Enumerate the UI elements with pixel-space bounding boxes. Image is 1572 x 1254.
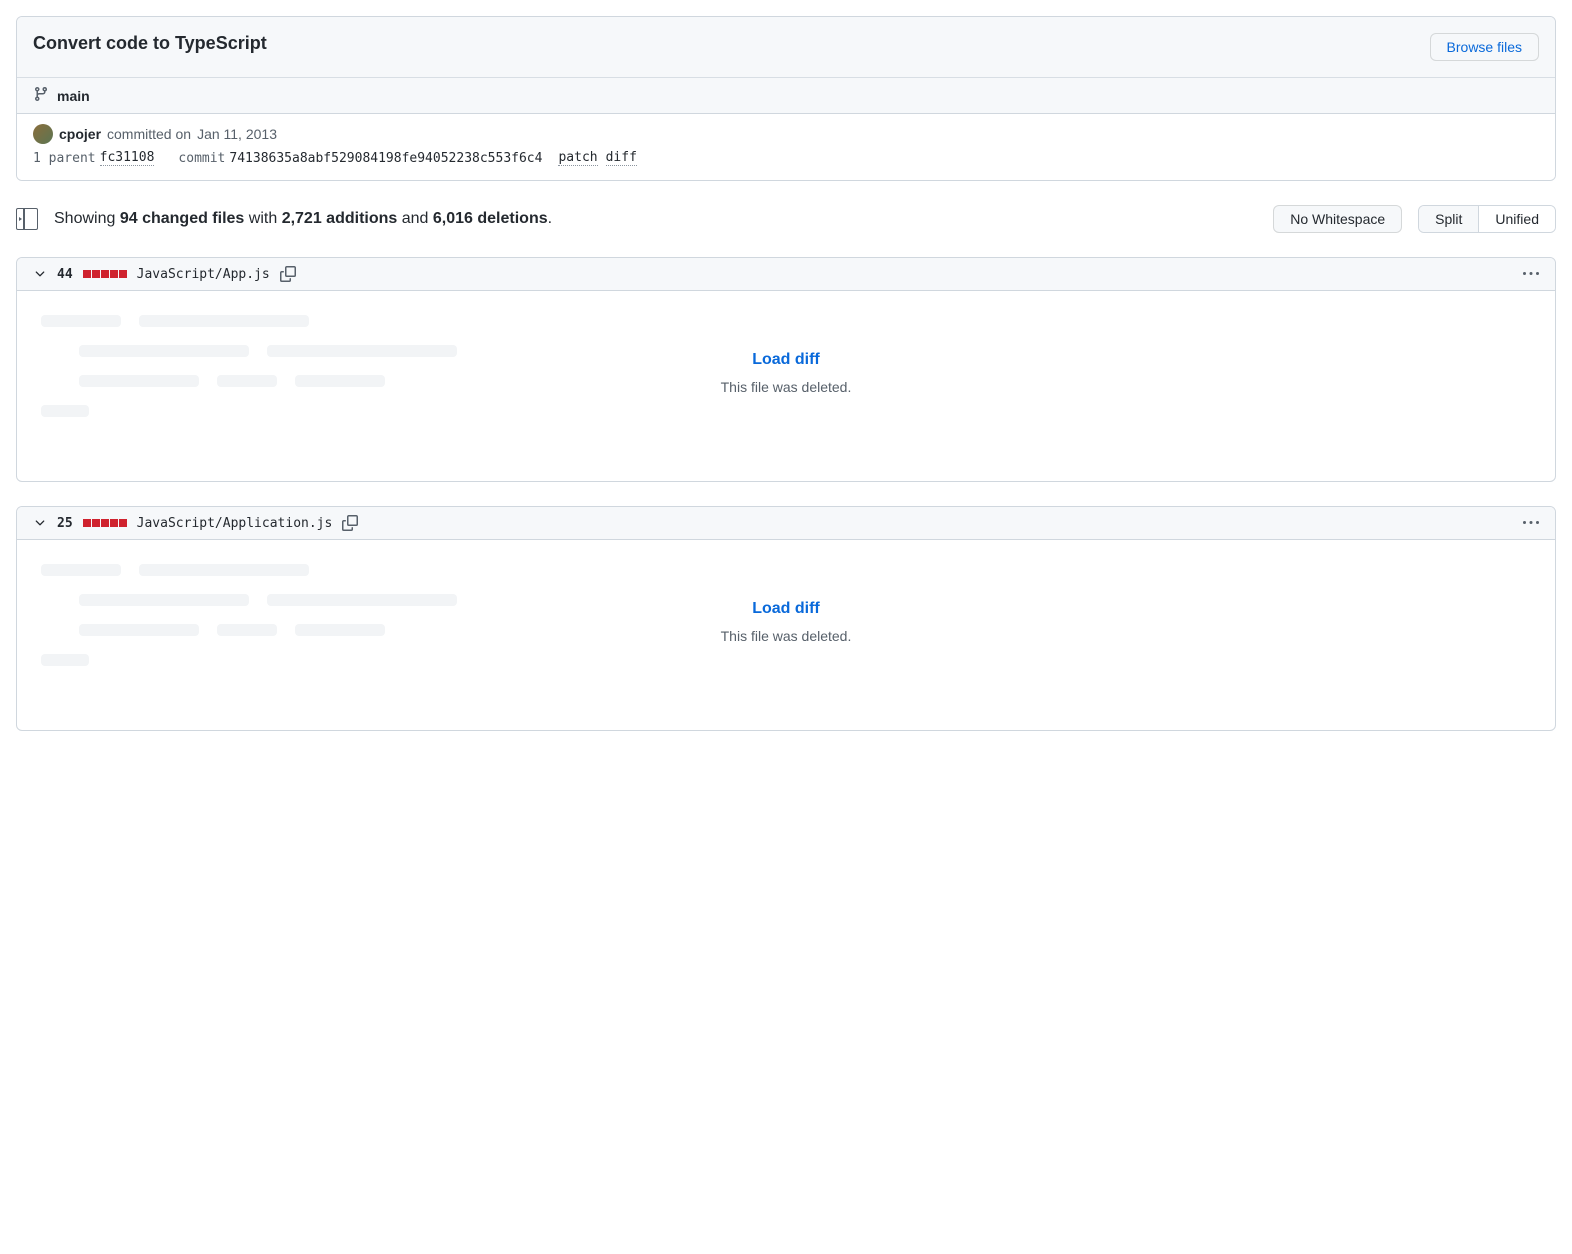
change-count[interactable]: 44 bbox=[57, 267, 73, 282]
file-body: Load diff This file was deleted. bbox=[17, 291, 1555, 481]
load-diff-wrap: Load diff This file was deleted. bbox=[33, 564, 1539, 644]
load-diff-button[interactable]: Load diff bbox=[33, 600, 1539, 618]
file-header: 25 JavaScript/Application.js bbox=[17, 507, 1555, 540]
file-body: Load diff This file was deleted. bbox=[17, 540, 1555, 730]
avatar[interactable] bbox=[33, 124, 53, 144]
copy-path-icon[interactable] bbox=[342, 515, 358, 531]
file-diff-box: 25 JavaScript/Application.js Load diff T… bbox=[16, 506, 1556, 731]
author-link[interactable]: cpojer bbox=[59, 126, 101, 142]
commit-header: Convert code to TypeScript Browse files bbox=[17, 17, 1555, 77]
file-header: 44 JavaScript/App.js bbox=[17, 258, 1555, 291]
chevron-down-icon[interactable] bbox=[33, 516, 47, 530]
additions-count: 2,721 additions bbox=[282, 210, 398, 227]
branch-row: main bbox=[17, 77, 1555, 113]
browse-files-button[interactable]: Browse files bbox=[1430, 33, 1539, 61]
no-whitespace-button[interactable]: No Whitespace bbox=[1273, 205, 1402, 233]
deletions-count: 6,016 deletions bbox=[433, 210, 548, 227]
committed-text: committed on bbox=[107, 126, 191, 142]
commit-label: commit bbox=[178, 151, 225, 166]
author-row: cpojer committed on Jan 11, 2013 bbox=[33, 124, 1539, 144]
parent-label: 1 parent bbox=[33, 151, 96, 166]
deleted-message: This file was deleted. bbox=[33, 628, 1539, 644]
commit-refs: 1 parent fc31108 commit 74138635a8abf529… bbox=[33, 150, 1539, 166]
diff-toolbar: Showing 94 changed files with 2,721 addi… bbox=[16, 205, 1556, 233]
load-diff-button[interactable]: Load diff bbox=[33, 351, 1539, 369]
copy-path-icon[interactable] bbox=[280, 266, 296, 282]
change-count[interactable]: 25 bbox=[57, 516, 73, 531]
kebab-icon[interactable] bbox=[1523, 266, 1539, 282]
diff-summary: Showing 94 changed files with 2,721 addi… bbox=[54, 210, 1257, 228]
load-diff-wrap: Load diff This file was deleted. bbox=[33, 315, 1539, 395]
commit-title: Convert code to TypeScript bbox=[33, 33, 267, 54]
diff-stat-icon bbox=[83, 519, 127, 527]
file-tree-toggle-icon[interactable] bbox=[16, 208, 38, 230]
file-diff-box: 44 JavaScript/App.js Load diff This file… bbox=[16, 257, 1556, 482]
parent-sha-link[interactable]: fc31108 bbox=[100, 150, 155, 166]
patch-link[interactable]: patch bbox=[558, 150, 597, 166]
view-toggle: Split Unified bbox=[1418, 205, 1556, 233]
commit-meta: cpojer committed on Jan 11, 2013 1 paren… bbox=[17, 113, 1555, 180]
commit-box: Convert code to TypeScript Browse files … bbox=[16, 16, 1556, 181]
commit-date: Jan 11, 2013 bbox=[197, 126, 277, 142]
full-sha: 74138635a8abf529084198fe94052238c553f6c4 bbox=[229, 151, 542, 166]
chevron-down-icon[interactable] bbox=[33, 267, 47, 281]
diff-link[interactable]: diff bbox=[606, 150, 637, 166]
diff-stat-icon bbox=[83, 270, 127, 278]
kebab-icon[interactable] bbox=[1523, 515, 1539, 531]
file-path[interactable]: JavaScript/App.js bbox=[137, 267, 270, 282]
branch-icon bbox=[33, 86, 49, 105]
branch-name[interactable]: main bbox=[57, 88, 90, 104]
file-path[interactable]: JavaScript/Application.js bbox=[137, 516, 333, 531]
deleted-message: This file was deleted. bbox=[33, 379, 1539, 395]
split-view-button[interactable]: Split bbox=[1419, 206, 1478, 232]
unified-view-button[interactable]: Unified bbox=[1478, 206, 1555, 232]
files-count[interactable]: 94 changed files bbox=[120, 210, 245, 227]
